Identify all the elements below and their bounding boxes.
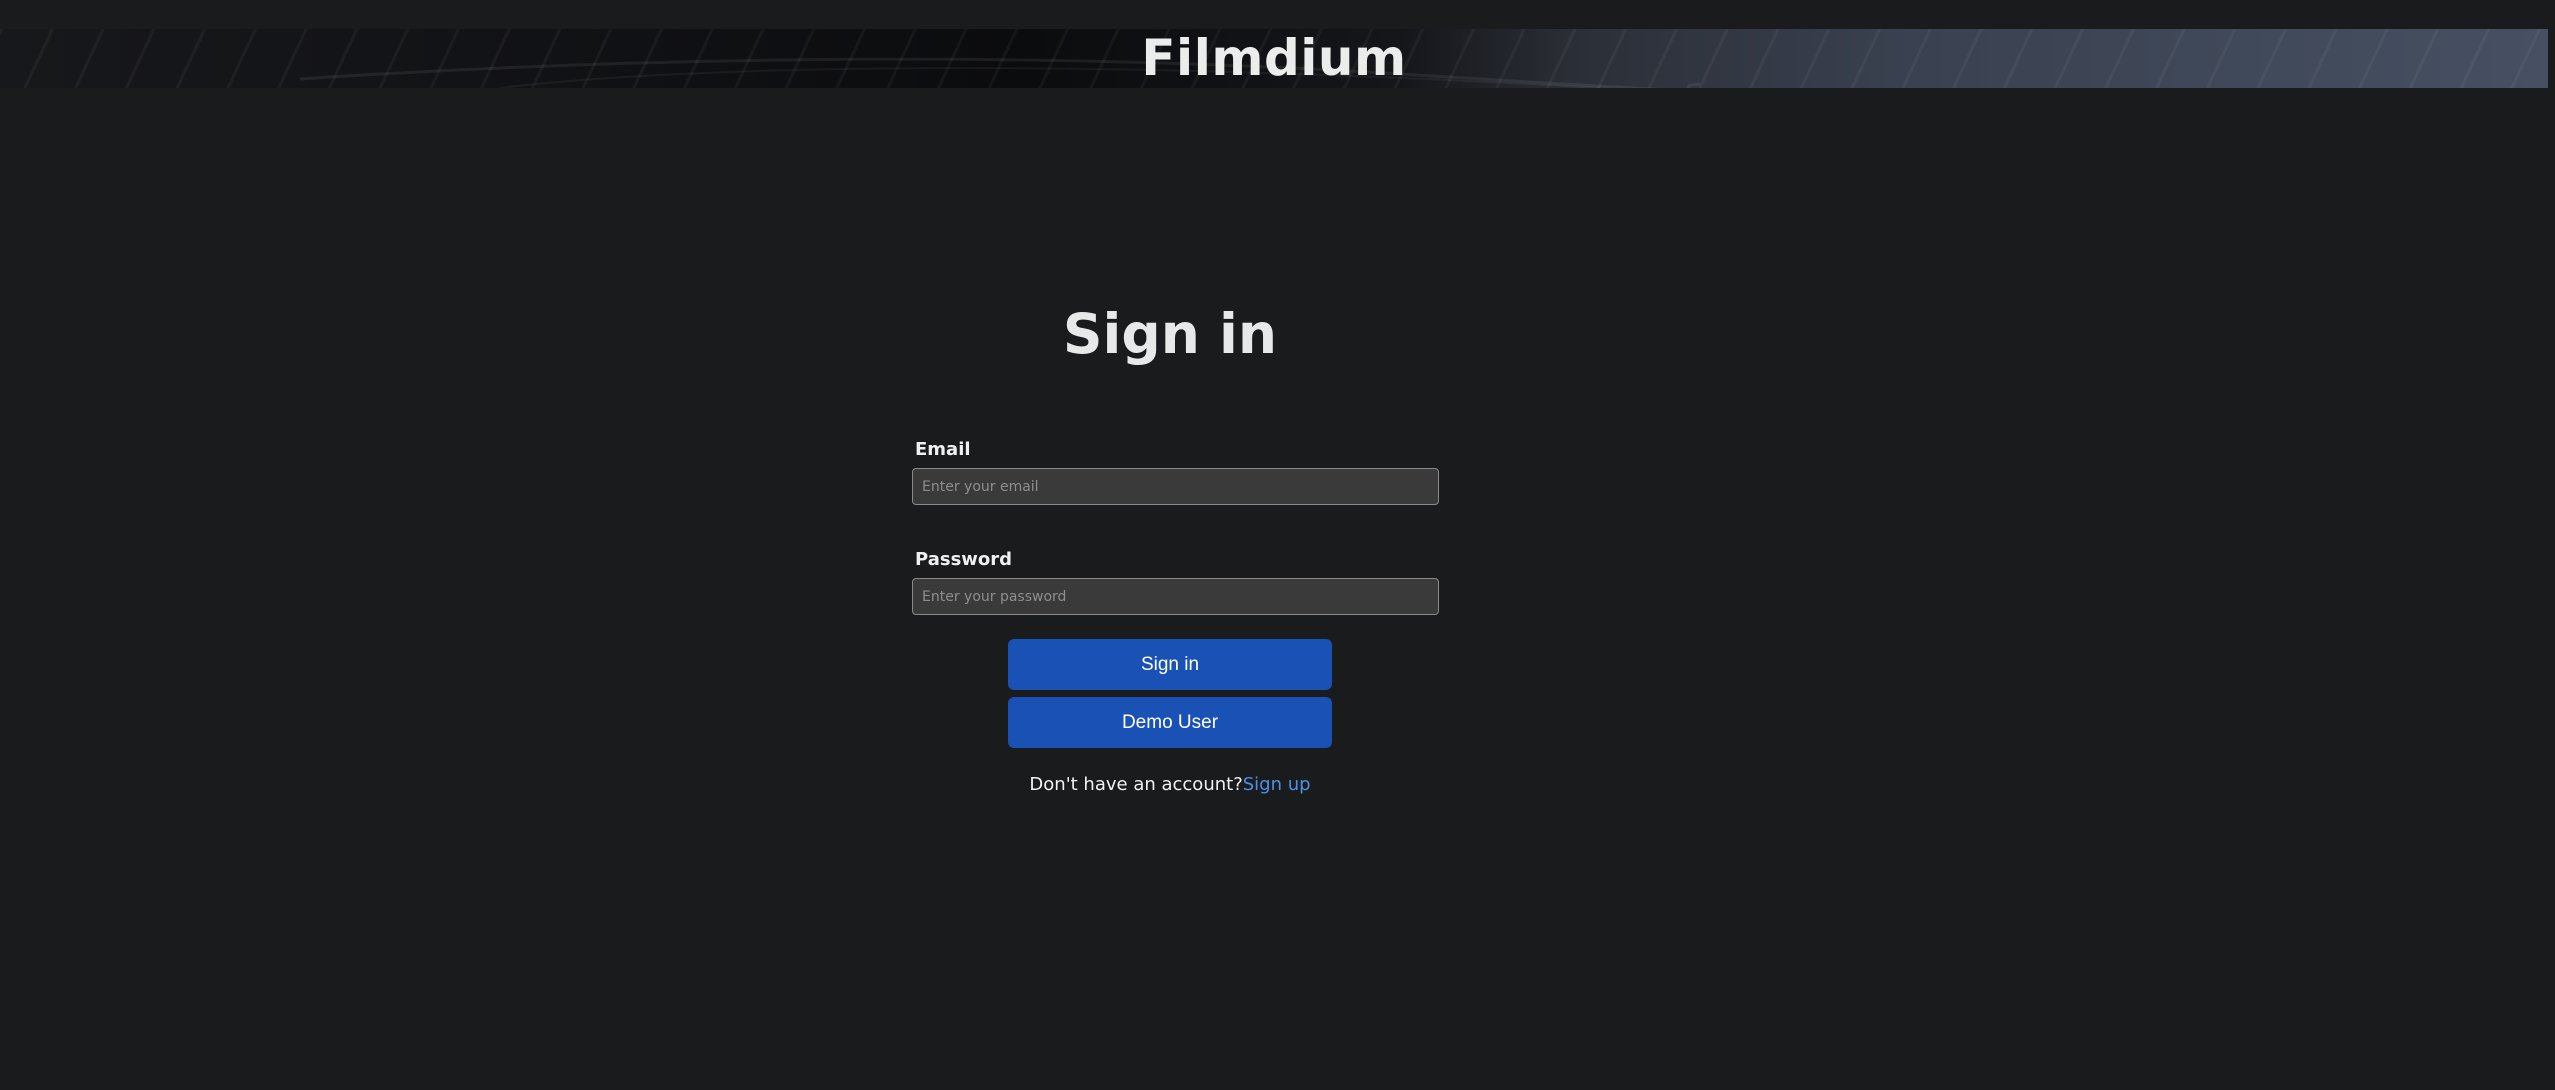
email-label: Email (915, 439, 971, 460)
page: Filmdium Sign in Email Password Sign in … (0, 0, 2555, 1090)
signup-prompt: Don't have an account?Sign up (0, 774, 2340, 795)
brand-logo-text[interactable]: Filmdium (0, 29, 2548, 88)
no-account-text: Don't have an account? (1029, 774, 1243, 795)
header-banner: Filmdium (0, 29, 2548, 88)
demo-user-button[interactable]: Demo User (1008, 697, 1332, 748)
sign-in-button[interactable]: Sign in (1008, 639, 1332, 690)
password-label: Password (915, 549, 1013, 570)
email-input[interactable] (912, 468, 1439, 505)
page-title: Sign in (1062, 302, 1278, 366)
sign-up-link[interactable]: Sign up (1243, 774, 1311, 795)
password-input[interactable] (912, 578, 1439, 615)
